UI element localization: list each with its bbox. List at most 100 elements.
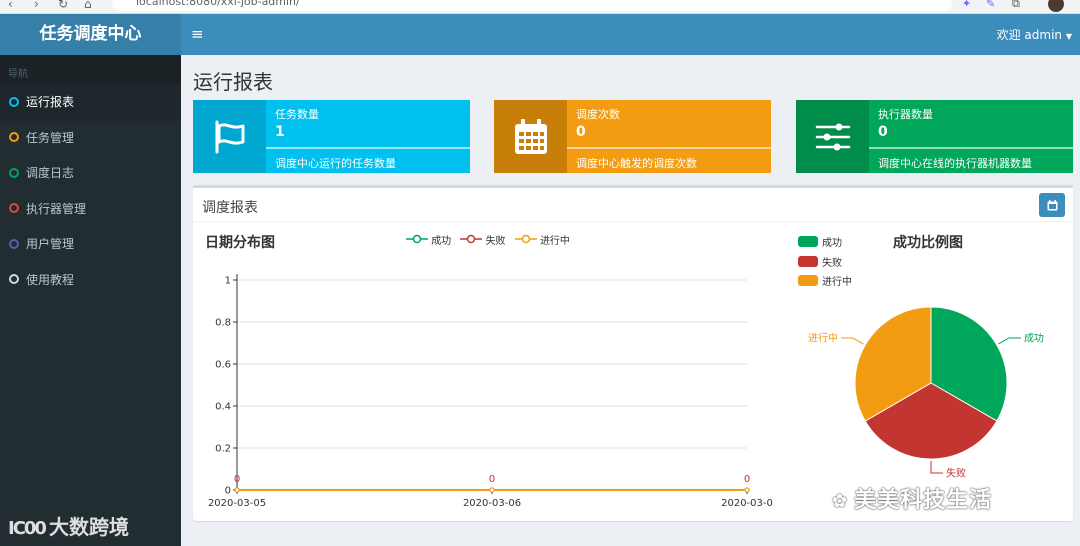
caret-down-icon: ▼ <box>1065 32 1072 41</box>
browser-toolbar: ‹ › ↻ ⌂ localhost:8080/xxl-job-admin/ ✦ … <box>0 0 1080 14</box>
calendar-icon <box>494 100 567 173</box>
y-tick-label: 1 <box>225 276 231 287</box>
data-point <box>744 487 750 493</box>
line-chart: 0 0.2 0.4 0.6 0.8 1 2020-03-05 2020-03-06 2020-0… <box>208 274 773 509</box>
legend-label: 失败 <box>485 236 506 247</box>
pie-label-line <box>841 337 864 345</box>
info-box-description: 调度中心在线的执行器机器数量 <box>878 157 1032 170</box>
legend-label: 成功 <box>822 238 842 250</box>
legend-label: 进行中 <box>539 236 570 247</box>
pie-chart-title: 成功比例图 <box>893 235 963 251</box>
back-icon[interactable]: ‹ <box>8 0 13 11</box>
report-panel: 调度报表 日期分布图 成功 失败 进行中 0 0.2 0.4 0.6 0.8 1 2020-… <box>193 185 1073 521</box>
legend-success-symbol <box>406 234 428 244</box>
legend-label: 失败 <box>822 257 842 269</box>
info-box-number: 1 <box>275 124 285 140</box>
progress-bar <box>266 147 470 149</box>
data-point <box>234 487 240 493</box>
legend-item-fail[interactable]: 失败 <box>460 232 506 247</box>
info-box-number: 0 <box>878 124 888 140</box>
user-menu[interactable]: 欢迎 admin ▼ <box>997 26 1072 43</box>
watermark-logo: IC00 <box>8 518 47 539</box>
data-label: 0 <box>234 474 240 485</box>
info-box-description: 调度中心触发的调度次数 <box>576 157 697 170</box>
wechat-icon: ✿ <box>832 491 849 512</box>
main-content: 运行报表 任务数量 1 调度中心运行的任务数量 调度次数 0 调度中心触发的调度… <box>181 55 1080 546</box>
sidebar-item-label: 执行器管理 <box>26 201 87 216</box>
watermark-left-text: 大数跨境 <box>48 515 129 539</box>
panel-title: 调度报表 <box>202 200 258 216</box>
y-tick-label: 0.4 <box>215 402 231 413</box>
calendar-icon <box>1047 199 1057 210</box>
sidebar-item-label: 调度日志 <box>26 166 75 180</box>
progress-bar <box>869 147 1073 149</box>
circle-icon <box>9 167 19 178</box>
reload-icon[interactable]: ↻ <box>58 0 68 11</box>
app-logo[interactable]: 任务调度中心 <box>0 14 181 55</box>
info-box-label: 任务数量 <box>275 108 319 121</box>
pie-label-line <box>998 337 1021 345</box>
sidebar-item-executors[interactable]: 执行器管理 <box>0 192 181 228</box>
legend-label: 成功 <box>431 236 452 247</box>
info-box-jobs: 任务数量 1 调度中心运行的任务数量 <box>193 100 470 173</box>
y-tick-label: 0.2 <box>215 444 231 455</box>
circle-icon <box>9 274 19 284</box>
pie-label-line <box>930 460 944 474</box>
legend-item-running[interactable]: 进行中 <box>514 232 570 247</box>
divider <box>193 221 1073 222</box>
info-box-executors: 执行器数量 0 调度中心在线的执行器机器数量 <box>796 100 1073 173</box>
sidebar-item-jobs[interactable]: 任务管理 <box>0 121 181 157</box>
data-label: 0 <box>744 474 750 485</box>
watermark-right-text: 美美科技生活 <box>854 488 993 513</box>
sidebar-toggle-icon[interactable]: ≡ <box>191 25 204 43</box>
legend-item-fail[interactable]: 失败 <box>798 252 852 272</box>
legend-fail-symbol <box>460 234 483 244</box>
legend-item-success[interactable]: 成功 <box>798 232 852 252</box>
data-label: 0 <box>489 474 495 485</box>
user-menu-label: 欢迎 admin <box>996 28 1063 42</box>
flag-icon <box>193 100 266 173</box>
circle-icon <box>9 96 19 107</box>
sidebar-item-users[interactable]: 用户管理 <box>0 227 181 263</box>
circle-icon <box>9 238 19 249</box>
y-tick-label: 0 <box>225 486 231 497</box>
x-tick-label: 2020-03-05 <box>208 498 266 509</box>
info-box-number: 0 <box>576 124 586 140</box>
watermark-left: IC00 大数跨境 <box>8 511 129 540</box>
y-tick-label: 0.8 <box>215 318 231 329</box>
pie-slice-label: 失败 <box>946 467 966 480</box>
pie-slice-label: 成功 <box>1024 332 1044 344</box>
y-tick-label: 0.6 <box>215 360 231 371</box>
sidebar-item-label: 任务管理 <box>26 130 75 145</box>
sidebar-item-help[interactable]: 使用教程 <box>0 263 181 299</box>
pie-slice-label: 进行中 <box>808 332 838 345</box>
x-tick-label: 2020-03-06 <box>463 498 521 509</box>
sidebar-item-label: 使用教程 <box>26 272 75 287</box>
home-icon[interactable]: ⌂ <box>84 0 92 11</box>
sidebar-item-label: 用户管理 <box>26 237 75 251</box>
info-box-triggers: 调度次数 0 调度中心触发的调度次数 <box>494 100 771 173</box>
date-range-button[interactable] <box>1039 193 1065 217</box>
sliders-icon <box>796 100 869 173</box>
circle-icon <box>9 132 19 142</box>
legend-swatch <box>798 275 818 287</box>
extension-icon[interactable]: ✦ <box>962 0 971 10</box>
sidebar-item-report[interactable]: 运行报表 <box>0 85 181 121</box>
info-box-label: 执行器数量 <box>878 108 933 121</box>
legend-running-symbol <box>514 234 537 244</box>
forward-icon[interactable]: › <box>34 0 39 11</box>
address-bar[interactable]: localhost:8080/xxl-job-admin/ <box>112 0 952 11</box>
sidebar-item-logs[interactable]: 调度日志 <box>0 156 181 192</box>
circle-icon <box>9 203 19 213</box>
extension-icon[interactable]: ✎ <box>986 0 995 10</box>
legend-label: 进行中 <box>822 277 852 289</box>
sidebar-item-label: 运行报表 <box>26 95 75 109</box>
info-box-description: 调度中心运行的任务数量 <box>275 157 396 170</box>
page-title: 运行报表 <box>193 70 273 94</box>
watermark-right: ✿ 美美科技生活 <box>832 482 992 514</box>
extensions-menu-icon[interactable]: ⧉ <box>1012 0 1020 11</box>
profile-avatar[interactable] <box>1048 0 1064 12</box>
x-tick-label: 2020-03-0 <box>721 498 773 509</box>
legend-item-success[interactable]: 成功 <box>406 232 451 247</box>
legend-swatch <box>798 255 818 267</box>
